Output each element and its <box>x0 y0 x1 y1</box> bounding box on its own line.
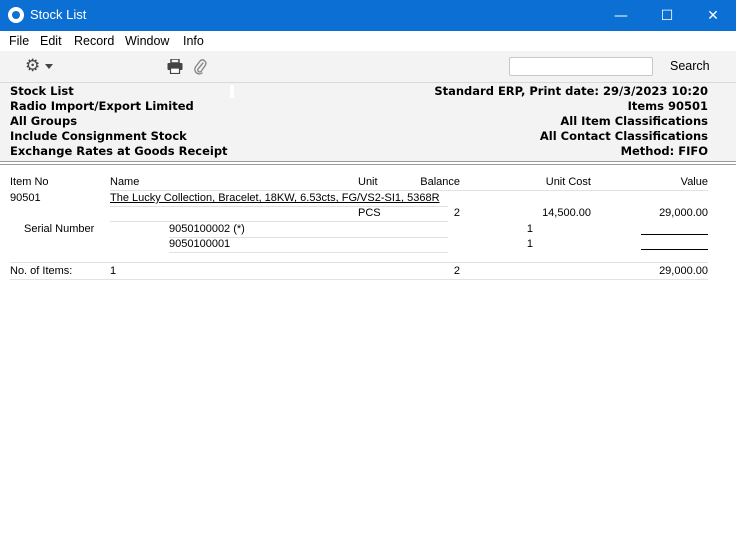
header-rule <box>110 190 708 191</box>
item-unit: PCS <box>358 207 381 219</box>
item-name-link[interactable]: The Lucky Collection, Bracelet, 18KW, 6.… <box>110 192 440 204</box>
attachment-icon[interactable] <box>193 58 207 75</box>
row-rule <box>110 206 448 207</box>
print-icon[interactable] <box>167 59 183 74</box>
text-cursor <box>230 85 234 98</box>
item-number: 90501 <box>10 192 41 204</box>
toolbar: ⚙ Search <box>0 51 736 83</box>
value-underline <box>641 234 708 235</box>
value-underline <box>641 249 708 250</box>
col-value: Value <box>680 176 708 188</box>
menu-file[interactable]: File <box>9 34 29 48</box>
header-divider <box>0 161 736 162</box>
serial-qty: 1 <box>526 223 533 235</box>
costing-method: Method: FIFO <box>620 144 708 158</box>
col-name: Name <box>110 176 140 188</box>
serial-number: 9050100002 (*) <box>169 223 245 235</box>
search-button[interactable]: Search <box>670 59 710 73</box>
consignment-option: Include Consignment Stock <box>10 129 187 143</box>
col-unit-cost: Unit Cost <box>545 176 591 188</box>
gear-icon[interactable]: ⚙ <box>25 57 40 75</box>
col-unit: Unit <box>358 176 378 188</box>
items-filter: Items 90501 <box>627 99 708 113</box>
totals-value: 29,000.00 <box>659 265 708 277</box>
menu-record[interactable]: Record <box>74 34 114 48</box>
menu-window[interactable]: Window <box>125 34 169 48</box>
exchange-rate-option: Exchange Rates at Goods Receipt <box>10 144 228 158</box>
row-rule <box>169 252 448 253</box>
report-body: Item No Name Unit Balance Unit Cost Valu… <box>0 165 736 554</box>
serial-number: 9050100001 <box>169 238 231 250</box>
item-value: 29,000.00 <box>659 207 708 219</box>
totals-label: No. of Items: <box>10 265 73 277</box>
totals-rule <box>10 279 708 280</box>
maximize-button[interactable]: ☐ <box>644 0 690 31</box>
totals-rule <box>10 262 708 263</box>
totals-balance: 2 <box>453 265 460 277</box>
chevron-down-icon[interactable] <box>45 64 53 69</box>
col-balance: Balance <box>420 176 460 188</box>
company-name: Radio Import/Export Limited <box>10 99 194 113</box>
close-button[interactable]: ✕ <box>690 0 736 31</box>
item-classification-filter: All Item Classifications <box>560 114 708 128</box>
row-rule <box>110 221 448 222</box>
menu-info[interactable]: Info <box>183 34 204 48</box>
print-date: Standard ERP, Print date: 29/3/2023 10:2… <box>434 84 708 98</box>
serial-qty: 1 <box>526 238 533 250</box>
report-title: Stock List <box>10 84 74 98</box>
serial-number-label: Serial Number <box>24 223 95 235</box>
report-header: Stock List Radio Import/Export Limited A… <box>0 83 736 161</box>
app-icon <box>8 7 24 23</box>
contact-classification-filter: All Contact Classifications <box>539 129 708 143</box>
totals-count: 1 <box>110 265 117 277</box>
item-balance: 2 <box>453 207 460 219</box>
menu-bar: File Edit Record Window Info <box>0 31 736 51</box>
group-filter: All Groups <box>10 114 78 128</box>
menu-edit[interactable]: Edit <box>40 34 62 48</box>
item-unit-cost: 14,500.00 <box>542 207 591 219</box>
search-input[interactable] <box>509 57 653 76</box>
minimize-button[interactable]: — <box>598 0 644 31</box>
window-title: Stock List <box>30 7 87 22</box>
col-item-no: Item No <box>10 176 49 188</box>
title-bar: Stock List — ☐ ✕ <box>0 0 736 31</box>
